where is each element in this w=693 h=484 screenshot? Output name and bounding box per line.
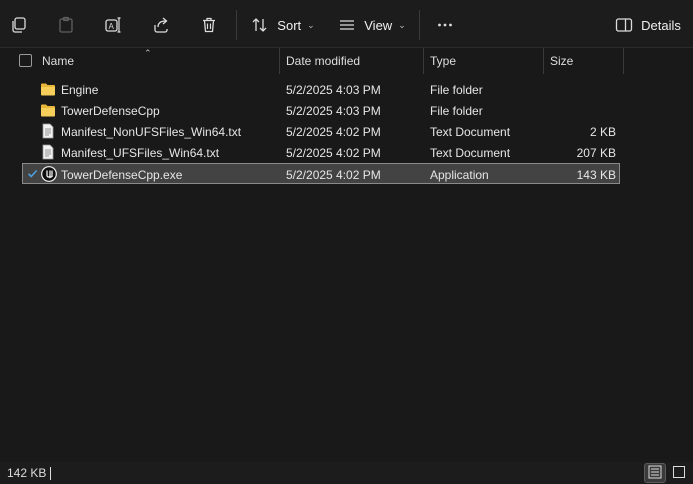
- chevron-down-icon: ⌄: [307, 19, 315, 30]
- thumbnails-view-icon: [672, 465, 686, 482]
- file-type: Text Document: [430, 145, 511, 160]
- column-divider[interactable]: [623, 48, 624, 74]
- column-divider[interactable]: [423, 48, 424, 74]
- file-name: TowerDefenseCpp: [61, 103, 160, 118]
- delete-button[interactable]: [196, 9, 222, 41]
- details-view-icon: [648, 465, 662, 482]
- file-size: 2 KB: [589, 124, 616, 139]
- file-date: 5/2/2025 4:03 PM: [286, 82, 381, 97]
- file-date: 5/2/2025 4:02 PM: [286, 167, 381, 182]
- paste-icon: [57, 16, 75, 34]
- file-type: File folder: [430, 82, 483, 97]
- column-header-type[interactable]: Type: [430, 48, 542, 74]
- sort-label: Sort: [277, 17, 302, 33]
- file-size: 143 KB: [576, 167, 616, 182]
- column-header-row: ⌃ Name Date modified Type Size: [0, 48, 693, 74]
- details-label: Details: [641, 17, 681, 33]
- details-pane-button[interactable]: Details: [608, 9, 688, 41]
- command-bar: A Sort ⌄ View ⌄ Details: [0, 0, 693, 48]
- column-header-size[interactable]: Size: [550, 48, 622, 74]
- unreal-engine-icon: [41, 166, 57, 182]
- file-name: TowerDefenseCpp.exe: [61, 167, 183, 182]
- file-size: [550, 100, 616, 121]
- share-icon: [152, 16, 170, 34]
- text-file-icon: [40, 123, 56, 139]
- file-size: 207 KB: [576, 145, 616, 160]
- paste-button[interactable]: [53, 9, 79, 41]
- details-view-button[interactable]: [644, 463, 666, 483]
- delete-icon: [200, 16, 218, 34]
- file-name: Manifest_NonUFSFiles_Win64.txt: [61, 124, 242, 139]
- folder-icon: [40, 81, 56, 97]
- status-bar: 142 KB: [0, 462, 693, 484]
- column-divider[interactable]: [279, 48, 280, 74]
- file-name: Engine: [61, 82, 99, 97]
- sort-button[interactable]: Sort ⌄: [250, 9, 316, 41]
- select-all-checkbox[interactable]: [19, 54, 32, 67]
- thumbnails-view-button[interactable]: [668, 463, 690, 483]
- text-file-icon: [40, 144, 56, 160]
- column-header-name[interactable]: Name: [42, 48, 278, 74]
- column-header-date-modified[interactable]: Date modified: [286, 48, 422, 74]
- file-type: File folder: [430, 103, 483, 118]
- view-icon: [338, 16, 356, 34]
- file-name: Manifest_UFSFiles_Win64.txt: [61, 145, 220, 160]
- rename-button[interactable]: A: [100, 9, 126, 41]
- file-row[interactable]: TowerDefenseCpp 5/2/2025 4:03 PM File fo…: [22, 100, 620, 121]
- file-type: Application: [430, 167, 489, 182]
- share-button[interactable]: [148, 9, 174, 41]
- toolbar-separator: [236, 10, 237, 40]
- file-date: 5/2/2025 4:02 PM: [286, 145, 381, 160]
- rename-icon: A: [104, 16, 122, 34]
- selection-size: 142 KB: [7, 466, 47, 480]
- file-type: Text Document: [430, 124, 511, 139]
- file-size: [550, 79, 616, 100]
- row-checkbox-checked[interactable]: [26, 167, 39, 180]
- file-date: 5/2/2025 4:03 PM: [286, 103, 381, 118]
- copy-icon: [10, 16, 28, 34]
- sort-icon: [251, 16, 269, 34]
- svg-text:A: A: [109, 22, 115, 31]
- status-divider: [50, 467, 51, 480]
- file-row[interactable]: Manifest_NonUFSFiles_Win64.txt 5/2/2025 …: [22, 121, 620, 142]
- view-label: View: [364, 17, 393, 33]
- file-row-selected[interactable]: TowerDefenseCpp.exe 5/2/2025 4:02 PM App…: [22, 163, 620, 184]
- file-row[interactable]: Manifest_UFSFiles_Win64.txt 5/2/2025 4:0…: [22, 142, 620, 163]
- copy-button[interactable]: [6, 9, 32, 41]
- view-button[interactable]: View ⌄: [336, 9, 408, 41]
- details-pane-icon: [615, 16, 633, 34]
- folder-icon: [40, 102, 56, 118]
- more-options-button[interactable]: [432, 9, 458, 41]
- toolbar-separator: [419, 10, 420, 40]
- chevron-down-icon: ⌄: [398, 19, 406, 30]
- more-icon: [436, 16, 454, 34]
- file-date: 5/2/2025 4:02 PM: [286, 124, 381, 139]
- column-divider[interactable]: [543, 48, 544, 74]
- file-row[interactable]: Engine 5/2/2025 4:03 PM File folder: [22, 79, 620, 100]
